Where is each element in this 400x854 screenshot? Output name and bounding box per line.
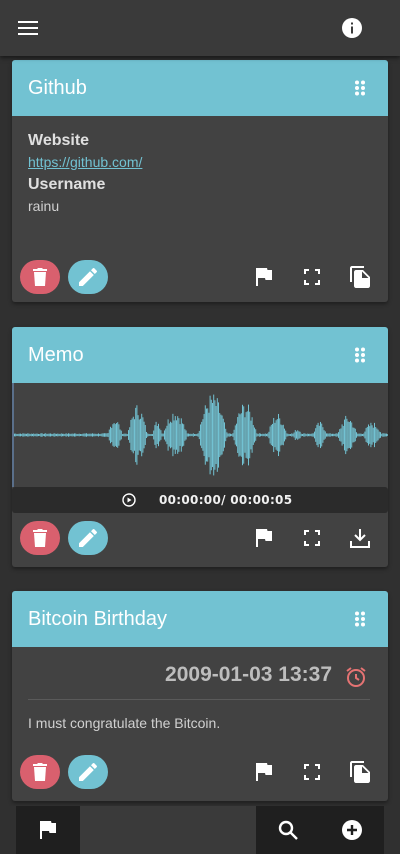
fullscreen-icon[interactable] (300, 526, 324, 550)
delete-button[interactable] (20, 260, 60, 294)
card-actions (12, 256, 388, 302)
delete-icon (33, 268, 47, 286)
playhead-cursor[interactable] (12, 383, 14, 487)
add-circle-icon (342, 820, 362, 840)
entry-card: Github Website https://github.com/ Usern… (12, 60, 388, 302)
edit-button[interactable] (68, 521, 108, 555)
reminder-date: 2009-01-03 13:37 (165, 663, 332, 686)
entry-list[interactable]: Github Website https://github.com/ Usern… (0, 56, 400, 806)
delete-icon (33, 529, 47, 547)
edit-button[interactable] (68, 755, 108, 789)
card-title: Memo (28, 344, 84, 366)
playback-time: 00:00:00/ 00:00:05 (159, 493, 293, 507)
entry-card: Memo 00:00:00/ 00:00:05 (12, 327, 388, 567)
card-header: Bitcoin Birthday (12, 591, 388, 647)
reminder-note: I must congratulate the Bitcoin. (28, 715, 221, 731)
toolbar-spacer (80, 806, 256, 854)
card-actions (12, 517, 388, 565)
drag-handle-icon[interactable] (352, 347, 368, 363)
play-icon[interactable] (122, 493, 136, 507)
flag-icon[interactable] (252, 265, 276, 289)
drag-handle-icon[interactable] (352, 80, 368, 96)
edit-icon (79, 763, 97, 781)
flag-icon[interactable] (252, 760, 276, 784)
edit-button[interactable] (68, 260, 108, 294)
edit-icon (79, 529, 97, 547)
card-header: Github (12, 60, 388, 116)
add-entry-button[interactable] (320, 806, 384, 854)
flag-icon[interactable] (252, 526, 276, 550)
audio-player: 00:00:00/ 00:00:05 (12, 487, 388, 513)
delete-button[interactable] (20, 521, 60, 555)
card-title: Bitcoin Birthday (28, 608, 167, 630)
field-label: Username (28, 176, 106, 193)
delete-button[interactable] (20, 755, 60, 789)
copy-icon[interactable] (348, 265, 372, 289)
drag-handle-icon[interactable] (352, 611, 368, 627)
audio-waveform[interactable] (12, 383, 388, 487)
filter-flag-button[interactable] (16, 806, 80, 854)
card-title: Github (28, 77, 87, 99)
entry-card: Bitcoin Birthday 2009-01-03 13:37 I must… (12, 591, 388, 801)
card-actions (12, 751, 388, 799)
search-icon (278, 820, 298, 840)
website-link[interactable]: https://github.com/ (28, 154, 142, 176)
info-icon[interactable] (340, 16, 364, 40)
alarm-icon (344, 665, 368, 689)
field-label: Website (28, 132, 90, 149)
menu-icon[interactable] (12, 12, 44, 44)
bottom-toolbar (0, 806, 400, 854)
flag-icon (40, 821, 56, 839)
edit-icon (79, 268, 97, 286)
divider (28, 699, 370, 700)
field-value: rainu (28, 198, 60, 214)
copy-icon[interactable] (348, 760, 372, 784)
download-icon[interactable] (348, 526, 372, 550)
card-header: Memo (12, 327, 388, 383)
fullscreen-icon[interactable] (300, 265, 324, 289)
delete-icon (33, 763, 47, 781)
app-bar (0, 0, 400, 56)
search-button[interactable] (256, 806, 320, 854)
fullscreen-icon[interactable] (300, 760, 324, 784)
